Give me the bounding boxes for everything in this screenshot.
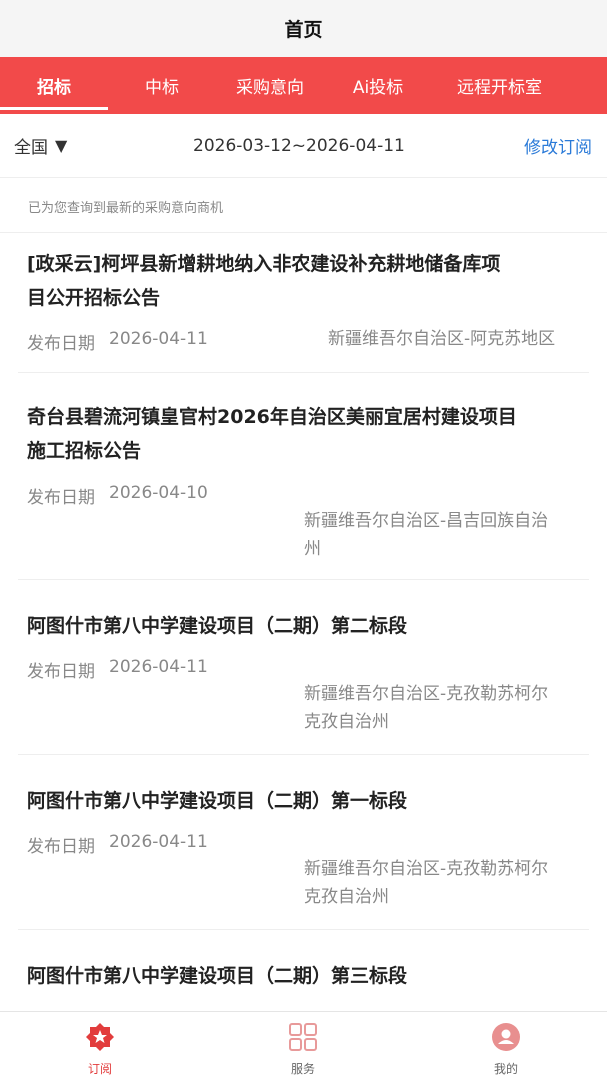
item-title: 奇台县碧流河镇皇官村2026年自治区美丽宜居村建设项目 施工招标公告 xyxy=(27,400,579,468)
title-bar: 首页 xyxy=(0,0,607,57)
item-title-line: 阿图什市第八中学建设项目（二期）第二标段 xyxy=(27,615,408,637)
item-title: [政采云]柯坪县新增耕地纳入非农建设补充耕地储备库项 目公开招标公告 xyxy=(27,247,579,315)
tab-ai-bidding[interactable]: Ai投标 xyxy=(324,57,432,114)
list-item[interactable]: 阿图什市第八中学建设项目（二期）第二标段 发布日期 2026-04-11 新疆维… xyxy=(18,580,589,755)
item-region-line: 克孜自治州 xyxy=(304,712,389,732)
publish-date: 2026-04-11 xyxy=(109,657,208,677)
publish-date: 2026-04-10 xyxy=(109,483,208,503)
list-item[interactable]: 阿图什市第八中学建设项目（二期）第一标段 发布日期 2026-04-11 新疆维… xyxy=(18,755,589,930)
item-region-line: 州 xyxy=(304,539,321,559)
region-selector[interactable]: 全国 ▼ xyxy=(14,133,67,158)
tab-label: 采购意向 xyxy=(236,78,304,98)
tab-label: 远程开标室 xyxy=(457,78,542,98)
list-item[interactable]: 阿图什市第八中学建设项目（二期）第三标段 xyxy=(18,930,589,1010)
item-title-line: 阿图什市第八中学建设项目（二期）第三标段 xyxy=(27,965,408,987)
item-title: 阿图什市第八中学建设项目（二期）第二标段 xyxy=(27,609,579,643)
publish-date: 2026-04-11 xyxy=(109,832,208,852)
item-title-line: 目公开招标公告 xyxy=(27,287,161,309)
publish-date-label: 发布日期 xyxy=(27,837,95,857)
item-region: 新疆维吾尔自治区-克孜勒苏柯尔 克孜自治州 xyxy=(304,855,548,911)
nav-label: 订阅 xyxy=(87,1062,112,1076)
item-title-line: 施工招标公告 xyxy=(27,440,142,462)
bottom-nav: 订阅 服务 我的 xyxy=(0,1011,607,1080)
date-range[interactable]: 2026-03-12~2026-04-11 xyxy=(193,136,405,156)
caret-down-icon: ▼ xyxy=(55,136,68,155)
item-region-line: 新疆维吾尔自治区-克孜勒苏柯尔 xyxy=(304,859,549,879)
tab-label: 中标 xyxy=(145,78,179,98)
filter-bar: 全国 ▼ 2026-03-12~2026-04-11 修改订阅 xyxy=(0,114,607,178)
publish-date: 2026-04-11 xyxy=(109,329,208,349)
tender-list: [政采云]柯坪县新增耕地纳入非农建设补充耕地储备库项 目公开招标公告 发布日期 … xyxy=(0,233,607,1010)
item-region-line: 克孜自治州 xyxy=(304,887,389,907)
item-title-line: 阿图什市第八中学建设项目（二期）第一标段 xyxy=(27,790,408,812)
subscribe-icon xyxy=(86,1023,114,1051)
item-region: 新疆维吾尔自治区-克孜勒苏柯尔 克孜自治州 xyxy=(304,680,548,736)
page-title: 首页 xyxy=(284,19,323,41)
tab-label: 招标 xyxy=(37,78,71,98)
item-title-line: [政采云]柯坪县新增耕地纳入非农建设补充耕地储备库项 xyxy=(27,253,501,275)
grid-icon xyxy=(289,1023,317,1051)
nav-services[interactable]: 服务 xyxy=(243,1012,363,1080)
item-region-line: 新疆维吾尔自治区-阿克苏地区 xyxy=(328,329,556,349)
publish-date-label: 发布日期 xyxy=(27,662,95,682)
list-item[interactable]: [政采云]柯坪县新增耕地纳入非农建设补充耕地储备库项 目公开招标公告 发布日期 … xyxy=(18,233,589,373)
publish-date-label: 发布日期 xyxy=(27,334,95,354)
tab-winning-bid[interactable]: 中标 xyxy=(108,57,216,114)
nav-label: 我的 xyxy=(493,1062,518,1076)
item-title: 阿图什市第八中学建设项目（二期）第三标段 xyxy=(27,959,579,993)
publish-date-label: 发布日期 xyxy=(27,488,95,508)
item-region: 新疆维吾尔自治区-昌吉回族自治 州 xyxy=(304,507,548,563)
list-item[interactable]: 奇台县碧流河镇皇官村2026年自治区美丽宜居村建设项目 施工招标公告 发布日期 … xyxy=(18,373,589,580)
item-region: 新疆维吾尔自治区-阿克苏地区 xyxy=(328,325,555,353)
nav-mine[interactable]: 我的 xyxy=(446,1012,566,1080)
tab-procurement-intent[interactable]: 采购意向 xyxy=(216,57,324,114)
tab-bidding[interactable]: 招标 xyxy=(0,57,108,114)
region-label: 全国 xyxy=(14,138,48,158)
item-title: 阿图什市第八中学建设项目（二期）第一标段 xyxy=(27,784,579,818)
item-region-line: 新疆维吾尔自治区-昌吉回族自治 xyxy=(304,511,549,531)
nav-label: 服务 xyxy=(290,1062,315,1076)
tab-remote-bid-room[interactable]: 远程开标室 xyxy=(432,57,567,114)
user-icon xyxy=(492,1023,520,1051)
result-notice: 已为您查询到最新的采购意向商机 xyxy=(28,201,224,216)
edit-subscription-link[interactable]: 修改订阅 xyxy=(524,133,592,158)
item-region-line: 新疆维吾尔自治区-克孜勒苏柯尔 xyxy=(304,684,549,704)
item-title-line: 奇台县碧流河镇皇官村2026年自治区美丽宜居村建设项目 xyxy=(27,406,517,428)
tab-label: Ai投标 xyxy=(352,78,404,98)
category-tabs: 招标 中标 采购意向 Ai投标 远程开标室 xyxy=(0,57,607,114)
nav-subscribe[interactable]: 订阅 xyxy=(40,1012,160,1080)
